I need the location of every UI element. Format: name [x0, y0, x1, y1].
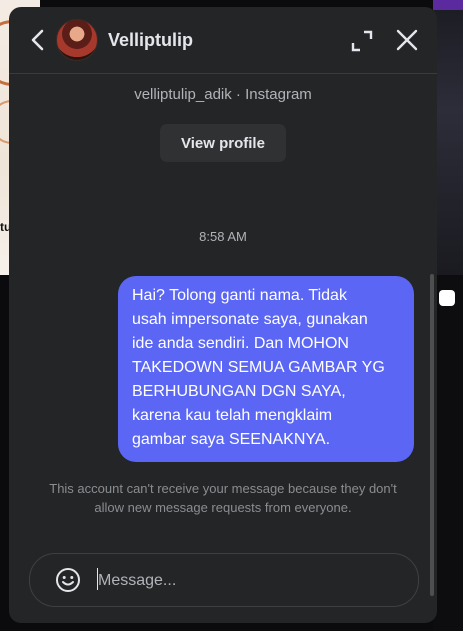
profile-subtitle: velliptulip_adik · Instagram: [134, 86, 312, 103]
conversation-area[interactable]: velliptulip_adik · Instagram View profil…: [9, 74, 437, 596]
message-timestamp: 8:58 AM: [199, 229, 247, 244]
chat-header: Velliptulip: [9, 7, 437, 74]
emoji-button[interactable]: [55, 567, 81, 593]
expand-button[interactable]: [350, 29, 374, 53]
message-input[interactable]: [96, 567, 400, 595]
cannot-message-notice: This account can't receive your message …: [49, 481, 397, 515]
chat-title[interactable]: Velliptulip: [108, 30, 193, 51]
chevron-left-icon: [31, 29, 44, 51]
background-app-icon: [439, 290, 455, 306]
close-button[interactable]: [394, 27, 420, 53]
message-composer: [29, 553, 419, 607]
message-bubble-outgoing[interactable]: Hai? Tolong ganti nama. Tidak usah imper…: [118, 276, 414, 462]
expand-icon: [351, 30, 373, 52]
back-button[interactable]: [24, 26, 50, 54]
scrollbar[interactable]: [430, 274, 434, 596]
chat-window: Velliptulip velliptulip_adik · Instagram…: [9, 7, 437, 623]
view-profile-button[interactable]: View profile: [160, 124, 286, 162]
background-artwork-right: [433, 0, 463, 275]
emoji-icon: [56, 568, 80, 592]
background-panel-right: [433, 275, 463, 631]
avatar[interactable]: [56, 19, 98, 61]
background-stripe: [433, 0, 463, 10]
close-icon: [396, 29, 418, 51]
